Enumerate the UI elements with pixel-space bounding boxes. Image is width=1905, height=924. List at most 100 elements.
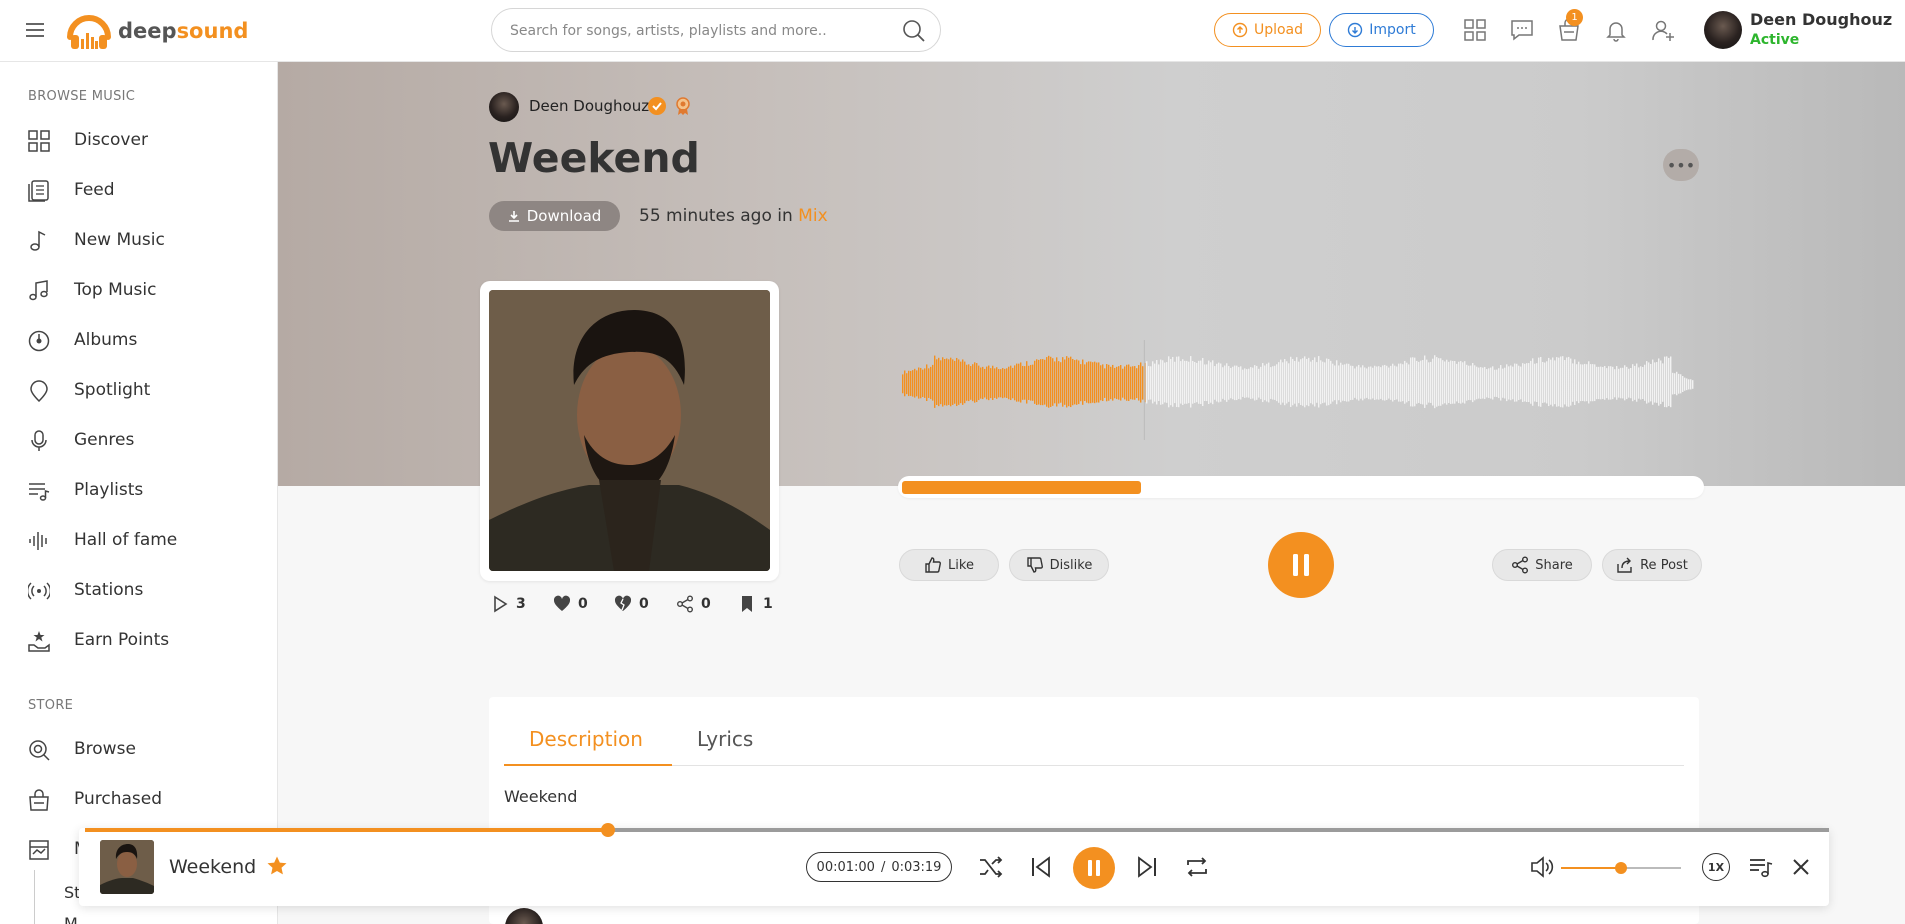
description-text: Weekend bbox=[504, 787, 578, 806]
sidebar-item-feed[interactable]: Feed bbox=[0, 169, 277, 213]
waveform-bar bbox=[1278, 362, 1280, 403]
sidebar-subitem-2[interactable]: M bbox=[64, 914, 78, 924]
queue-icon[interactable] bbox=[1748, 854, 1774, 880]
sidebar-item-albums[interactable]: Albums bbox=[0, 319, 277, 363]
waveform-bar bbox=[1022, 365, 1024, 400]
dislike-button[interactable]: Dislike bbox=[1009, 549, 1109, 581]
waveform[interactable] bbox=[902, 340, 1694, 450]
sidebar-item-discover[interactable]: Discover bbox=[0, 119, 277, 163]
sidebar: BROWSE MUSIC Discover Feed New Music Top… bbox=[0, 62, 278, 924]
notifications-icon[interactable] bbox=[1603, 17, 1629, 43]
waveform-bar bbox=[938, 357, 940, 407]
import-button[interactable]: Import bbox=[1329, 13, 1434, 47]
next-track-icon[interactable] bbox=[1134, 854, 1160, 880]
play-pause-button[interactable] bbox=[1268, 532, 1334, 598]
sidebar-subitem-1[interactable]: St bbox=[64, 883, 80, 902]
waveform-bar bbox=[1070, 356, 1072, 408]
search-icon[interactable] bbox=[902, 19, 926, 43]
waveform-bar bbox=[1186, 360, 1188, 404]
sidebar-item-stations[interactable]: Stations bbox=[0, 569, 277, 613]
waveform-bar bbox=[902, 374, 904, 394]
upload-button[interactable]: Upload bbox=[1214, 13, 1321, 47]
waveform-bar bbox=[954, 360, 956, 404]
messages-icon[interactable] bbox=[1509, 17, 1535, 43]
volume-icon[interactable] bbox=[1529, 854, 1555, 880]
waveform-bar bbox=[1092, 362, 1094, 403]
waveform-bar bbox=[916, 370, 918, 397]
save-count: 1 bbox=[738, 595, 773, 613]
previous-track-icon[interactable] bbox=[1028, 854, 1054, 880]
menu-icon[interactable] bbox=[24, 19, 46, 41]
apps-grid-icon[interactable] bbox=[1462, 17, 1488, 43]
close-icon[interactable] bbox=[1788, 854, 1814, 880]
search-input[interactable] bbox=[510, 19, 890, 43]
more-options-button[interactable]: ••• bbox=[1663, 149, 1699, 181]
waveform-bar bbox=[1622, 367, 1624, 399]
user-name[interactable]: Deen Doughouz bbox=[1750, 10, 1892, 29]
share-button[interactable]: Share bbox=[1492, 549, 1592, 581]
sidebar-item-spotlight[interactable]: Spotlight bbox=[0, 369, 277, 413]
waveform-bar bbox=[1026, 361, 1028, 404]
music-notes-icon bbox=[29, 280, 48, 301]
download-button[interactable]: Download bbox=[489, 201, 620, 231]
waveform-bar bbox=[1088, 361, 1090, 404]
waveform-bar bbox=[1580, 364, 1582, 402]
sidebar-item-playlists[interactable]: Playlists bbox=[0, 469, 277, 513]
sidebar-item-purchased[interactable]: Purchased bbox=[0, 778, 277, 822]
waveform-bar bbox=[1460, 361, 1462, 404]
waveform-bar bbox=[1548, 357, 1550, 407]
player-seek-bar[interactable] bbox=[85, 823, 1829, 837]
sidebar-item-browse[interactable]: Browse bbox=[0, 728, 277, 772]
artist-avatar[interactable] bbox=[489, 92, 519, 122]
waveform-bar bbox=[1152, 361, 1154, 404]
repost-icon bbox=[1617, 557, 1632, 573]
sidebar-item-label: Stations bbox=[74, 580, 144, 600]
waveform-bar bbox=[1154, 363, 1156, 402]
favorite-star-icon[interactable] bbox=[266, 855, 288, 877]
logo-text-sound: sound bbox=[176, 19, 249, 43]
waveform-bar bbox=[1452, 360, 1454, 404]
player-seek-handle[interactable] bbox=[601, 823, 616, 837]
waveform-bar bbox=[1606, 368, 1608, 399]
shuffle-icon[interactable] bbox=[978, 854, 1004, 880]
share-count-value: 0 bbox=[701, 596, 711, 612]
player-play-pause-button[interactable] bbox=[1073, 847, 1115, 889]
store-heading: STORE bbox=[28, 698, 74, 713]
volume-slider[interactable] bbox=[1561, 862, 1681, 874]
tab-lyrics[interactable]: Lyrics bbox=[697, 727, 753, 751]
grid-icon bbox=[28, 130, 50, 152]
bookmark-icon bbox=[742, 596, 752, 612]
waveform-bar bbox=[1234, 365, 1236, 401]
import-icon bbox=[1348, 22, 1363, 38]
logo[interactable]: deepsound bbox=[66, 9, 248, 53]
waveform-bar bbox=[1356, 366, 1358, 400]
waveform-bar bbox=[1394, 365, 1396, 401]
sidebar-item-earn-points[interactable]: Earn Points bbox=[0, 619, 277, 663]
user-avatar[interactable] bbox=[1704, 11, 1742, 49]
tab-description[interactable]: Description bbox=[529, 727, 643, 751]
waveform-bar bbox=[1386, 365, 1388, 400]
waveform-bar bbox=[932, 364, 934, 401]
repost-button[interactable]: Re Post bbox=[1602, 549, 1702, 581]
waveform-bar bbox=[1510, 365, 1512, 401]
sidebar-item-hall-of-fame[interactable]: Hall of fame bbox=[0, 519, 277, 563]
track-progress-bar[interactable] bbox=[898, 476, 1704, 498]
waveform-bar bbox=[1332, 363, 1334, 402]
repeat-icon[interactable] bbox=[1184, 854, 1210, 880]
waveform-bar bbox=[1536, 363, 1538, 403]
volume-handle[interactable] bbox=[1615, 862, 1627, 874]
waveform-bar bbox=[1164, 362, 1166, 403]
sidebar-item-genres[interactable]: Genres bbox=[0, 419, 277, 463]
sidebar-item-top-music[interactable]: Top Music bbox=[0, 269, 277, 313]
like-button[interactable]: Like bbox=[899, 549, 999, 581]
artist-name[interactable]: Deen Doughouz bbox=[529, 97, 649, 115]
add-friend-icon[interactable] bbox=[1650, 17, 1676, 43]
browse-search-icon bbox=[29, 740, 50, 761]
playback-speed-button[interactable]: 1X bbox=[1702, 853, 1730, 881]
waveform-bar bbox=[1344, 364, 1346, 402]
waveform-bar bbox=[1690, 379, 1692, 390]
sidebar-item-new-music[interactable]: New Music bbox=[0, 219, 277, 263]
genre-link[interactable]: Mix bbox=[798, 206, 827, 226]
waveform-bar bbox=[1366, 368, 1368, 398]
waveform-bar bbox=[1208, 360, 1210, 404]
